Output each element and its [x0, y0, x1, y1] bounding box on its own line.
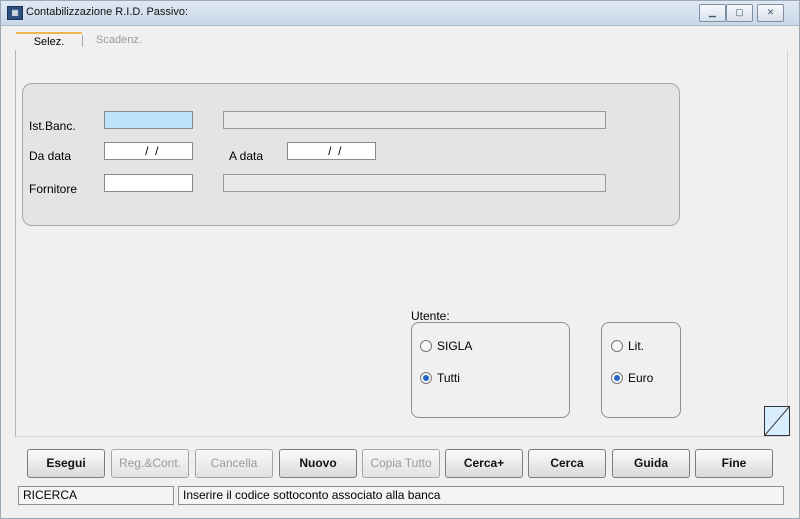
radio-selected-icon[interactable] — [420, 372, 432, 384]
fornitore-input[interactable] — [104, 174, 193, 192]
fine-button[interactable]: Fine — [695, 449, 773, 478]
radio-unselected-icon[interactable] — [611, 340, 623, 352]
fornitore-description-field — [223, 174, 606, 192]
window-app-icon: ▦ — [7, 6, 23, 20]
da-data-input[interactable] — [104, 142, 193, 160]
currency-euro-label: Euro — [628, 371, 654, 385]
status-mode: RICERCA — [18, 486, 174, 505]
resize-corner-icon — [764, 406, 790, 436]
nuovo-button[interactable]: Nuovo — [279, 449, 357, 478]
guida-button[interactable]: Guida — [612, 449, 690, 478]
close-icon[interactable]: ✕ — [757, 4, 784, 22]
title-bar[interactable]: ▦ Contabilizzazione R.I.D. Passivo: ▁ ▢ … — [1, 1, 799, 26]
currency-lit-label: Lit. — [628, 339, 645, 353]
ist-banc-input[interactable] — [104, 111, 193, 129]
esegui-button[interactable]: Esegui — [27, 449, 105, 478]
cerca-button[interactable]: Cerca — [528, 449, 606, 478]
minimize-icon[interactable]: ▁ — [699, 4, 726, 22]
copia-tutto-button[interactable]: Copia Tutto — [362, 449, 440, 478]
tab-scadenz[interactable]: Scadenz. — [96, 32, 142, 50]
reg-cont-button[interactable]: Reg.&Cont. — [111, 449, 189, 478]
utente-tutti-label: Tutti — [437, 371, 460, 385]
tab-separator — [82, 35, 83, 47]
a-data-input[interactable] — [287, 142, 376, 160]
main-window: ▦ Contabilizzazione R.I.D. Passivo: ▁ ▢ … — [0, 0, 800, 519]
tab-selez[interactable]: Selez. — [16, 32, 82, 52]
a-data-label: A data — [229, 149, 264, 163]
window-title: Contabilizzazione R.I.D. Passivo: — [26, 6, 189, 18]
maximize-icon[interactable]: ▢ — [726, 4, 753, 22]
utente-sigla-label: SIGLA — [437, 339, 473, 353]
fornitore-label: Fornitore — [29, 182, 78, 196]
radio-unselected-icon[interactable] — [420, 340, 432, 352]
utente-label: Utente: — [411, 309, 450, 323]
ist-banc-label: Ist.Banc. — [29, 119, 76, 133]
diagonal-corner-icon — [765, 407, 789, 435]
cerca-plus-button[interactable]: Cerca+ — [445, 449, 523, 478]
action-button-bar: Esegui Reg.&Cont. Cancella Nuovo Copia T… — [1, 445, 799, 485]
utente-radio-group — [411, 322, 570, 418]
cancella-button[interactable]: Cancella — [195, 449, 273, 478]
radio-selected-icon[interactable] — [611, 372, 623, 384]
status-message: Inserire il codice sottoconto associato … — [178, 486, 784, 505]
da-data-label: Da data — [29, 149, 72, 163]
ist-banc-description-field — [223, 111, 606, 129]
